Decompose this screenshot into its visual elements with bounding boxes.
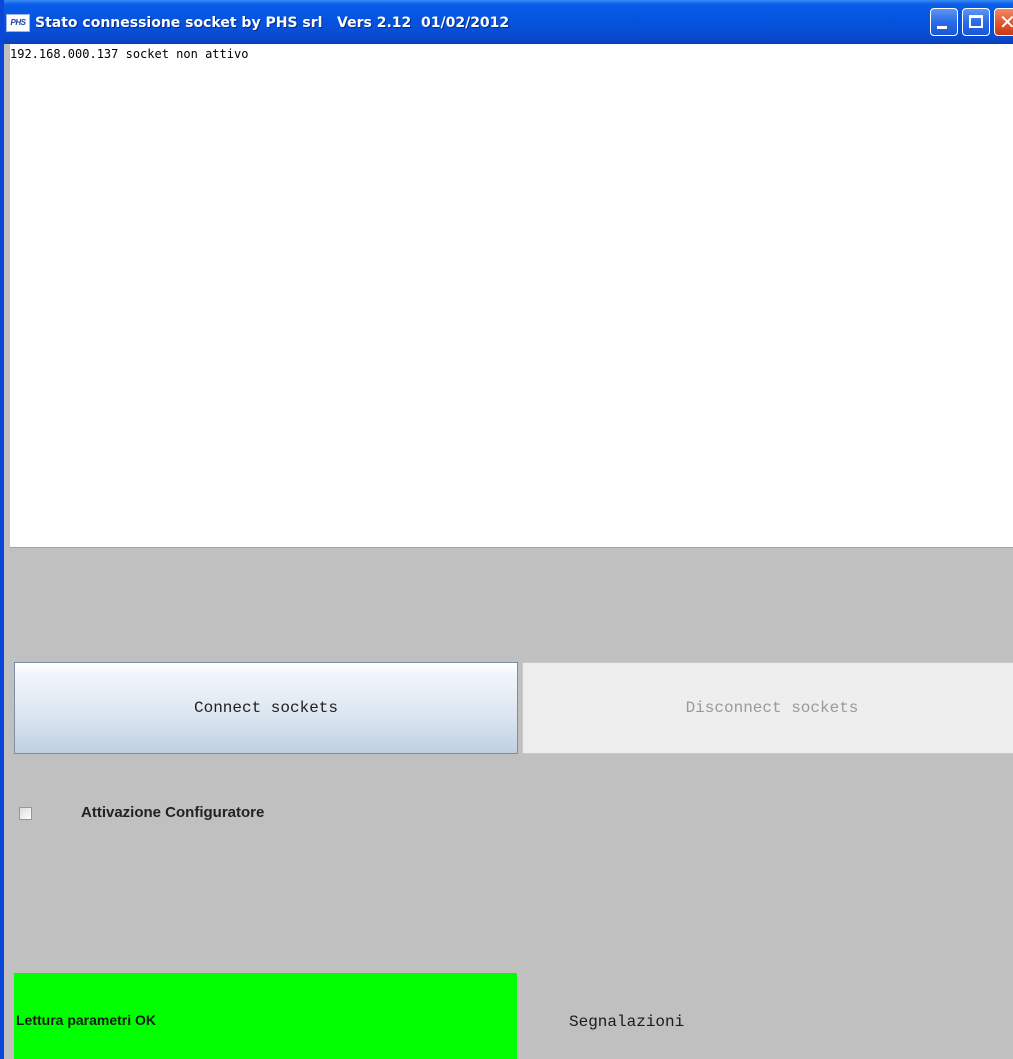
connect-sockets-button[interactable]: Connect sockets: [14, 662, 518, 754]
disconnect-sockets-button[interactable]: Disconnect sockets: [522, 662, 1013, 754]
app-icon: PHS: [6, 14, 30, 32]
configurator-checkbox[interactable]: [19, 807, 32, 820]
log-line: 192.168.000.137 socket non attivo: [10, 47, 249, 61]
configurator-checkbox-label: Attivazione Configuratore: [81, 804, 265, 821]
status-message: Lettura parametri OK: [16, 1012, 157, 1028]
window-title: Stato connessione socket by PHS srl Vers…: [35, 15, 510, 31]
notifications-label: Segnalazioni: [569, 1013, 685, 1031]
close-button[interactable]: ✕: [994, 8, 1013, 36]
close-icon: ✕: [999, 11, 1013, 33]
socket-log-area[interactable]: 192.168.000.137 socket non attivo: [10, 44, 1013, 548]
maximize-icon: [969, 15, 983, 28]
title-bar[interactable]: PHS Stato connessione socket by PHS srl …: [4, 0, 1013, 44]
minimize-icon: [937, 26, 947, 29]
minimize-button[interactable]: [930, 8, 958, 36]
app-window: PHS Stato connessione socket by PHS srl …: [0, 0, 1013, 1059]
maximize-button[interactable]: [962, 8, 990, 36]
